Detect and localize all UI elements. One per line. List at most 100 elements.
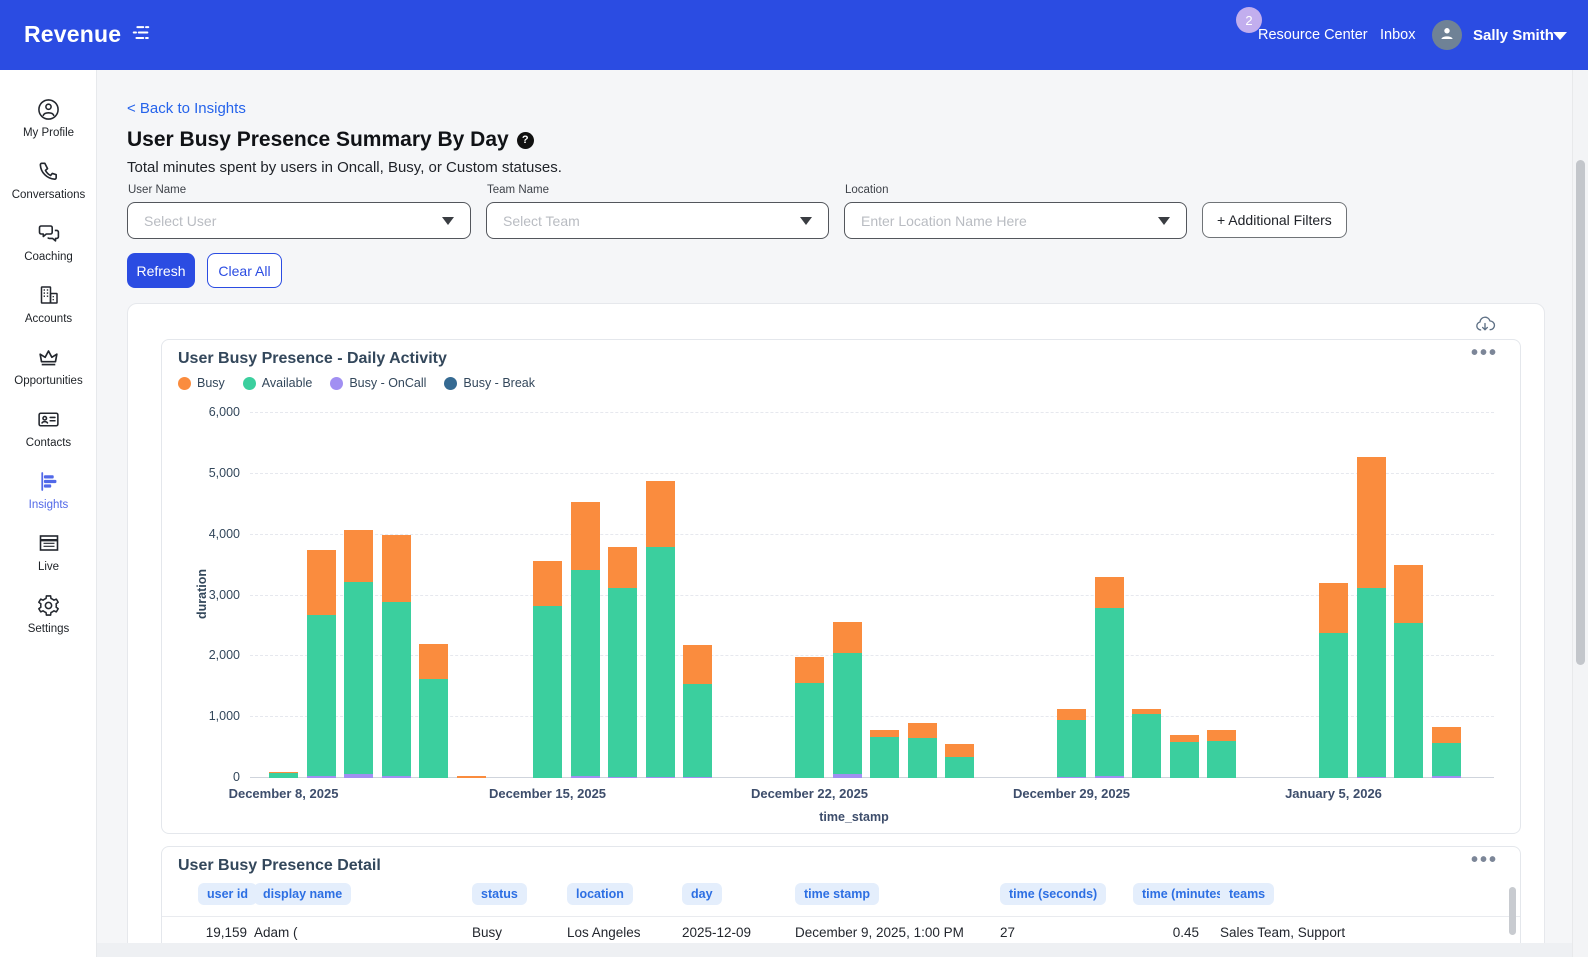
stacked-bar[interactable] xyxy=(907,723,937,778)
stacked-bar[interactable] xyxy=(1057,708,1086,778)
notification-badge[interactable]: 2 xyxy=(1236,7,1262,33)
bar-segment-available[interactable] xyxy=(1094,607,1124,776)
user-avatar[interactable] xyxy=(1432,20,1462,50)
bar-segment-busy[interactable] xyxy=(1094,577,1124,608)
bar-segment-busy[interactable] xyxy=(1057,708,1086,720)
stacked-bar[interactable] xyxy=(1169,735,1199,778)
bar-segment-busy[interactable] xyxy=(344,530,373,582)
location-input-dropdown[interactable]: Enter Location Name Here xyxy=(844,202,1187,239)
column-header-teams[interactable]: teams xyxy=(1220,883,1275,905)
bar-segment-busy[interactable] xyxy=(907,723,937,738)
bar-segment-available[interactable] xyxy=(1057,719,1086,778)
stacked-bar[interactable] xyxy=(608,547,637,778)
table-menu-ellipsis-icon[interactable]: ••• xyxy=(1471,849,1498,872)
column-header-time-seconds-[interactable]: time (seconds) xyxy=(1000,883,1107,905)
bar-segment-busy[interactable] xyxy=(945,743,974,757)
column-header-location[interactable]: location xyxy=(567,883,633,905)
clear-all-button[interactable]: Clear All xyxy=(207,253,282,288)
bar-segment-available[interactable] xyxy=(1431,743,1461,777)
stacked-bar[interactable] xyxy=(1319,583,1348,778)
bar-segment-busy[interactable] xyxy=(570,501,600,570)
bar-segment-oncall[interactable] xyxy=(381,776,411,778)
horizontal-scroll-track[interactable] xyxy=(97,943,1572,957)
stacked-bar[interactable] xyxy=(870,729,899,778)
select-team-dropdown[interactable]: Select Team xyxy=(486,202,829,239)
sidebar-item-conversations[interactable]: Conversations xyxy=(0,158,97,220)
additional-filters-button[interactable]: + Additional Filters xyxy=(1202,202,1347,238)
bar-segment-available[interactable] xyxy=(870,736,899,778)
bar-segment-available[interactable] xyxy=(1207,740,1236,778)
stacked-bar[interactable] xyxy=(381,534,411,778)
stacked-bar[interactable] xyxy=(419,644,448,778)
bar-segment-oncall[interactable] xyxy=(570,776,600,778)
nav-resource-center[interactable]: Resource Center xyxy=(1258,27,1368,43)
bar-segment-busy[interactable] xyxy=(306,549,336,615)
legend-item-available[interactable]: Available xyxy=(242,376,312,390)
sidebar-item-coaching[interactable]: Coaching xyxy=(0,220,97,282)
bar-segment-available[interactable] xyxy=(419,679,448,778)
column-header-day[interactable]: day xyxy=(682,883,722,905)
bar-segment-oncall[interactable] xyxy=(832,773,862,778)
user-menu-caret-icon[interactable] xyxy=(1553,32,1567,40)
select-user-dropdown[interactable]: Select User xyxy=(127,202,471,239)
bar-segment-available[interactable] xyxy=(269,773,298,778)
legend-item-busy[interactable]: Busy xyxy=(178,376,225,390)
bar-segment-busy[interactable] xyxy=(608,547,637,588)
bar-segment-oncall[interactable] xyxy=(1057,777,1086,778)
refresh-button[interactable]: Refresh xyxy=(127,253,195,288)
bar-segment-available[interactable] xyxy=(645,547,675,777)
stacked-bar[interactable] xyxy=(269,771,298,778)
stacked-bar[interactable] xyxy=(832,622,862,778)
sidebar-item-insights[interactable]: Insights xyxy=(0,468,97,530)
stacked-bar[interactable] xyxy=(306,549,336,778)
bar-segment-oncall[interactable] xyxy=(344,774,373,778)
column-header-user-id[interactable]: user id xyxy=(198,883,257,905)
back-to-insights-link[interactable]: < Back to Insights xyxy=(127,100,246,117)
bar-segment-available[interactable] xyxy=(945,756,974,778)
stacked-bar[interactable] xyxy=(683,645,712,778)
legend-item-oncall[interactable]: Busy - OnCall xyxy=(330,376,426,390)
stacked-bar[interactable] xyxy=(570,501,600,778)
bar-segment-busy[interactable] xyxy=(1394,565,1423,623)
bar-segment-oncall[interactable] xyxy=(306,776,336,778)
bar-segment-available[interactable] xyxy=(795,683,824,778)
stacked-bar[interactable] xyxy=(1094,577,1124,778)
bar-segment-available[interactable] xyxy=(832,652,862,774)
bar-segment-oncall[interactable] xyxy=(1356,777,1386,778)
sidebar-item-accounts[interactable]: Accounts xyxy=(0,282,97,344)
column-header-status[interactable]: status xyxy=(472,883,527,905)
bar-segment-available[interactable] xyxy=(344,581,373,775)
bar-segment-available[interactable] xyxy=(683,684,712,777)
bar-segment-busy[interactable] xyxy=(1431,726,1461,744)
bar-segment-busy[interactable] xyxy=(683,645,712,685)
bar-segment-available[interactable] xyxy=(907,737,937,778)
column-header-time-stamp[interactable]: time stamp xyxy=(795,883,879,905)
page-scrollbar-thumb[interactable] xyxy=(1576,160,1585,665)
stacked-bar[interactable] xyxy=(1356,456,1386,778)
bar-segment-busy[interactable] xyxy=(456,776,486,778)
bar-segment-available[interactable] xyxy=(381,601,411,777)
stacked-bar[interactable] xyxy=(645,480,675,778)
bar-segment-busy[interactable] xyxy=(645,480,675,548)
bar-segment-busy[interactable] xyxy=(1319,583,1348,634)
bar-segment-available[interactable] xyxy=(608,587,637,777)
bar-segment-busy[interactable] xyxy=(832,622,862,653)
bar-segment-busy[interactable] xyxy=(1356,456,1386,589)
bar-segment-available[interactable] xyxy=(1169,741,1199,778)
stacked-bar[interactable] xyxy=(1132,709,1161,778)
column-header-display-name[interactable]: display name xyxy=(254,883,352,905)
sidebar-item-opportunities[interactable]: Opportunities xyxy=(0,344,97,406)
nav-inbox[interactable]: Inbox xyxy=(1380,27,1415,43)
stacked-bar[interactable] xyxy=(795,656,824,778)
bar-segment-oncall[interactable] xyxy=(645,776,675,778)
bar-segment-available[interactable] xyxy=(1319,633,1348,778)
stacked-bar[interactable] xyxy=(945,743,974,778)
help-icon[interactable]: ? xyxy=(516,131,534,149)
bar-segment-busy[interactable] xyxy=(381,534,411,602)
stacked-bar[interactable] xyxy=(1207,729,1236,778)
stacked-bar[interactable] xyxy=(1431,726,1461,778)
sidebar-item-settings[interactable]: Settings xyxy=(0,592,97,654)
chart-menu-ellipsis-icon[interactable]: ••• xyxy=(1471,342,1498,365)
bar-segment-available[interactable] xyxy=(533,605,562,778)
bar-segment-busy[interactable] xyxy=(1207,729,1236,741)
